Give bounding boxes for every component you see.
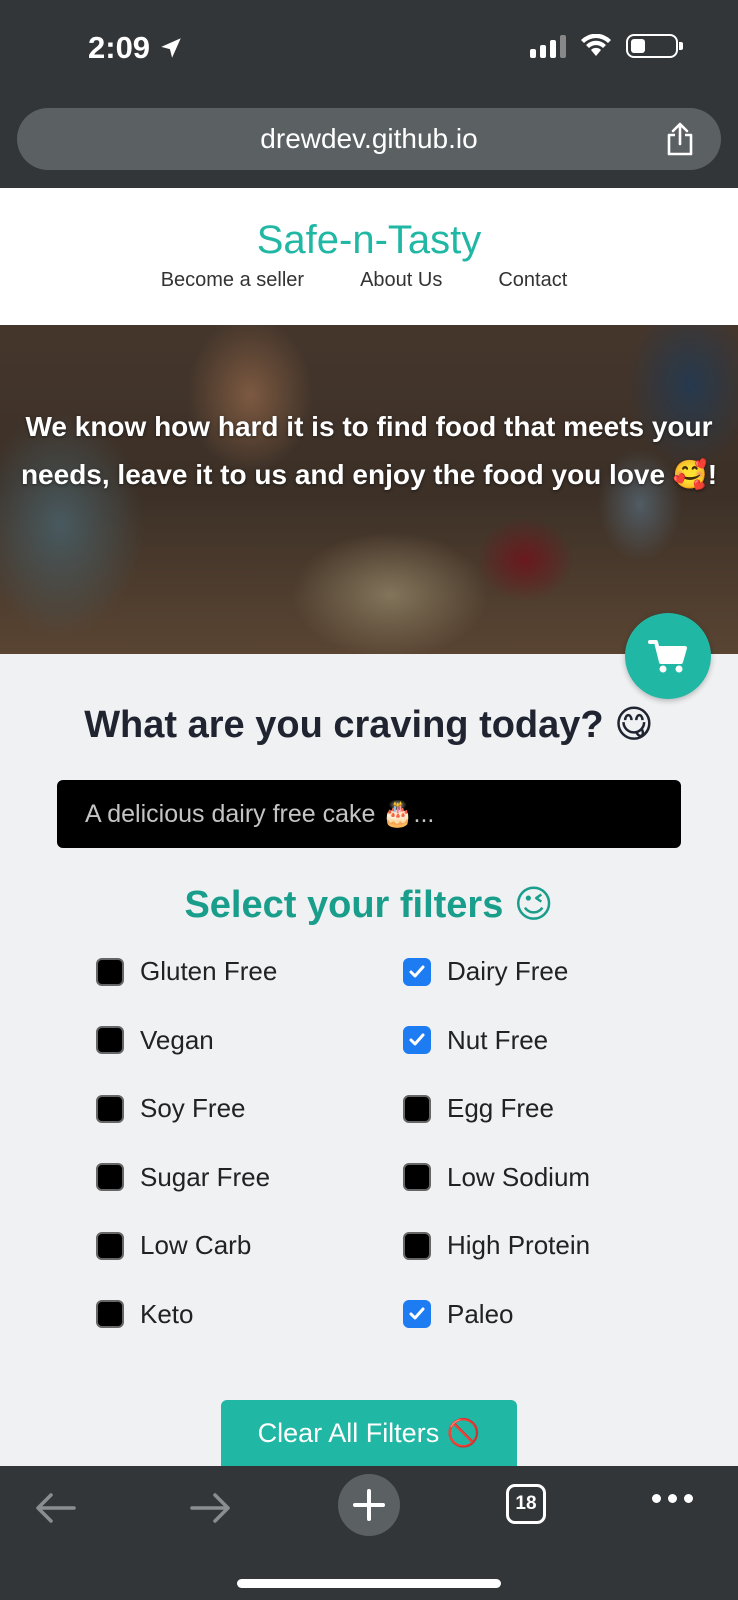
wifi-icon bbox=[581, 34, 611, 56]
share-icon[interactable] bbox=[665, 122, 695, 156]
location-arrow-icon bbox=[161, 38, 181, 58]
filter-label: Gluten Free bbox=[140, 956, 278, 986]
filter-vegan[interactable]: Vegan bbox=[96, 1025, 214, 1056]
clear-filters-button[interactable]: Clear All Filters 🚫 bbox=[221, 1400, 517, 1466]
filter-paleo[interactable]: Paleo bbox=[403, 1299, 514, 1330]
shopping-cart-icon bbox=[648, 640, 687, 673]
filter-soy-free[interactable]: Soy Free bbox=[96, 1093, 246, 1124]
filter-checkbox[interactable] bbox=[96, 1300, 124, 1328]
filter-checkbox[interactable] bbox=[403, 957, 431, 986]
address-bar[interactable]: drewdev.github.io bbox=[17, 108, 721, 170]
filter-nut-free[interactable]: Nut Free bbox=[403, 1025, 548, 1056]
filter-low-sodium[interactable]: Low Sodium bbox=[403, 1162, 590, 1193]
url-text[interactable]: drewdev.github.io bbox=[260, 123, 477, 155]
filter-checkbox[interactable] bbox=[96, 1026, 124, 1054]
home-indicator[interactable] bbox=[237, 1579, 501, 1588]
clock-label: 2:09 bbox=[88, 30, 151, 65]
filter-checkbox[interactable] bbox=[403, 1094, 431, 1123]
nav-about-us[interactable]: About Us bbox=[360, 269, 442, 292]
filter-label: Low Carb bbox=[140, 1230, 252, 1260]
filter-sugar-free[interactable]: Sugar Free bbox=[96, 1162, 270, 1193]
filter-label: Sugar Free bbox=[140, 1161, 271, 1192]
filter-label: High Protein bbox=[447, 1230, 591, 1260]
site-header: Safe-n-Tasty Become a seller About Us Co… bbox=[0, 188, 738, 325]
filter-high-protein[interactable]: High Protein bbox=[403, 1230, 590, 1261]
search-panel: What are you craving today? 😋 Select you… bbox=[28, 654, 710, 1466]
filter-gluten-free[interactable]: Gluten Free bbox=[96, 956, 277, 987]
ellipsis-icon[interactable] bbox=[652, 1494, 693, 1503]
filter-label: Nut Free bbox=[447, 1024, 549, 1055]
filter-checkbox[interactable] bbox=[96, 1094, 124, 1123]
filter-keto[interactable]: Keto bbox=[96, 1299, 194, 1330]
filter-label: Egg Free bbox=[447, 1093, 554, 1123]
filter-checkbox[interactable] bbox=[403, 1231, 431, 1260]
filter-dairy-free[interactable]: Dairy Free bbox=[403, 956, 568, 987]
main-nav: Become a seller About Us Contact bbox=[0, 269, 738, 292]
search-input[interactable] bbox=[57, 780, 681, 848]
nav-contact[interactable]: Contact bbox=[498, 269, 567, 292]
filter-label: Low Sodium bbox=[447, 1161, 591, 1192]
filter-checkbox[interactable] bbox=[96, 1163, 124, 1191]
filter-checkbox[interactable] bbox=[96, 957, 124, 986]
filter-low-carb[interactable]: Low Carb bbox=[96, 1230, 251, 1261]
plus-icon bbox=[353, 1489, 385, 1521]
filter-label: Vegan bbox=[140, 1024, 214, 1055]
hero-banner: We know how hard it is to find food that… bbox=[0, 325, 738, 654]
filter-label: Soy Free bbox=[140, 1093, 246, 1123]
filter-label: Dairy Free bbox=[447, 956, 569, 986]
filter-checkbox[interactable] bbox=[403, 1026, 431, 1054]
filter-checkbox[interactable] bbox=[403, 1163, 431, 1191]
filter-egg-free[interactable]: Egg Free bbox=[403, 1093, 554, 1124]
hero-tagline: We know how hard it is to find food that… bbox=[20, 411, 718, 490]
filter-label: Keto bbox=[140, 1298, 194, 1329]
filter-checkbox[interactable] bbox=[403, 1300, 431, 1328]
browser-top-chrome: 2:09 drewdev.github.io bbox=[0, 0, 738, 188]
brand-logo[interactable]: Safe-n-Tasty bbox=[0, 218, 738, 263]
new-tab-button[interactable] bbox=[338, 1474, 400, 1536]
craving-heading: What are you craving today? 😋 bbox=[84, 704, 654, 746]
arrow-right-icon[interactable] bbox=[190, 1492, 232, 1524]
filter-checkbox[interactable] bbox=[96, 1231, 124, 1260]
nav-become-seller[interactable]: Become a seller bbox=[161, 269, 304, 292]
cellular-signal-icon bbox=[530, 34, 566, 58]
tabs-button[interactable]: 18 bbox=[506, 1484, 546, 1524]
filters-heading: Select your filters 😉 bbox=[184, 884, 554, 926]
arrow-left-icon[interactable] bbox=[34, 1492, 76, 1524]
battery-icon bbox=[626, 34, 683, 58]
cart-button[interactable] bbox=[625, 613, 711, 699]
filter-label: Paleo bbox=[447, 1298, 514, 1329]
status-indicators bbox=[530, 34, 683, 58]
status-time: 2:09 bbox=[88, 30, 184, 66]
